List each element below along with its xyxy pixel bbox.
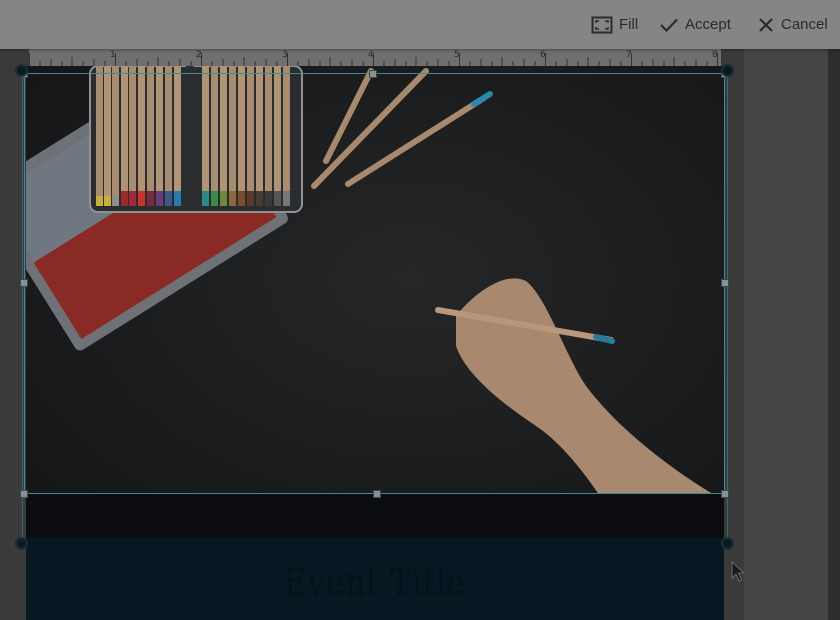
crop-handle-top[interactable] [369, 70, 377, 78]
ruler-mark-8: 8 [712, 50, 718, 60]
checkmark-icon [660, 18, 678, 32]
image-handle-bottom-left[interactable] [15, 537, 28, 550]
accept-button[interactable]: Accept [659, 0, 731, 49]
fill-button[interactable]: Fill [591, 0, 638, 49]
cropped-photo[interactable] [26, 66, 724, 538]
ruler-mark-7: 7 [626, 50, 632, 60]
close-icon [759, 17, 773, 32]
crop-handle-right[interactable] [721, 279, 729, 287]
cancel-label: Cancel [781, 16, 828, 33]
crop-handle-left[interactable] [20, 279, 28, 287]
accept-label: Accept [685, 16, 731, 33]
ruler-mark-5: 5 [454, 50, 460, 60]
side-panel [744, 49, 828, 620]
ruler-mark-3: 3 [282, 50, 288, 60]
ruler-mark-4: 4 [368, 50, 374, 60]
ruler-mark-2: 2 [196, 50, 202, 60]
photo-bottom-shadow [26, 494, 724, 538]
fill-label: Fill [619, 16, 639, 33]
mouse-pointer-icon [731, 561, 745, 582]
crop-handle-bottom-right[interactable] [721, 490, 729, 498]
image-handle-top-left[interactable] [15, 64, 28, 77]
image-handle-top-right[interactable] [721, 64, 734, 77]
ruler-ticks [29, 53, 718, 66]
fill-frame-icon [591, 16, 613, 33]
ruler-mark-1: 1 [110, 50, 116, 60]
crop-handle-bottom-left[interactable] [20, 490, 28, 498]
ruler-mark-6: 6 [540, 50, 546, 60]
event-title[interactable]: Event Title [89, 560, 661, 604]
scrollbar-track[interactable] [828, 49, 840, 620]
crop-toolbar: Fill Accept Cancel [0, 0, 840, 49]
cancel-button[interactable]: Cancel [757, 0, 828, 49]
image-handle-bottom-right[interactable] [721, 537, 734, 550]
crop-handle-bottom[interactable] [373, 490, 381, 498]
horizontal-ruler: 1 2 3 4 5 6 7 8 [29, 49, 721, 67]
document-canvas: Event Title [26, 66, 724, 620]
pencils-photo-image [26, 66, 724, 538]
